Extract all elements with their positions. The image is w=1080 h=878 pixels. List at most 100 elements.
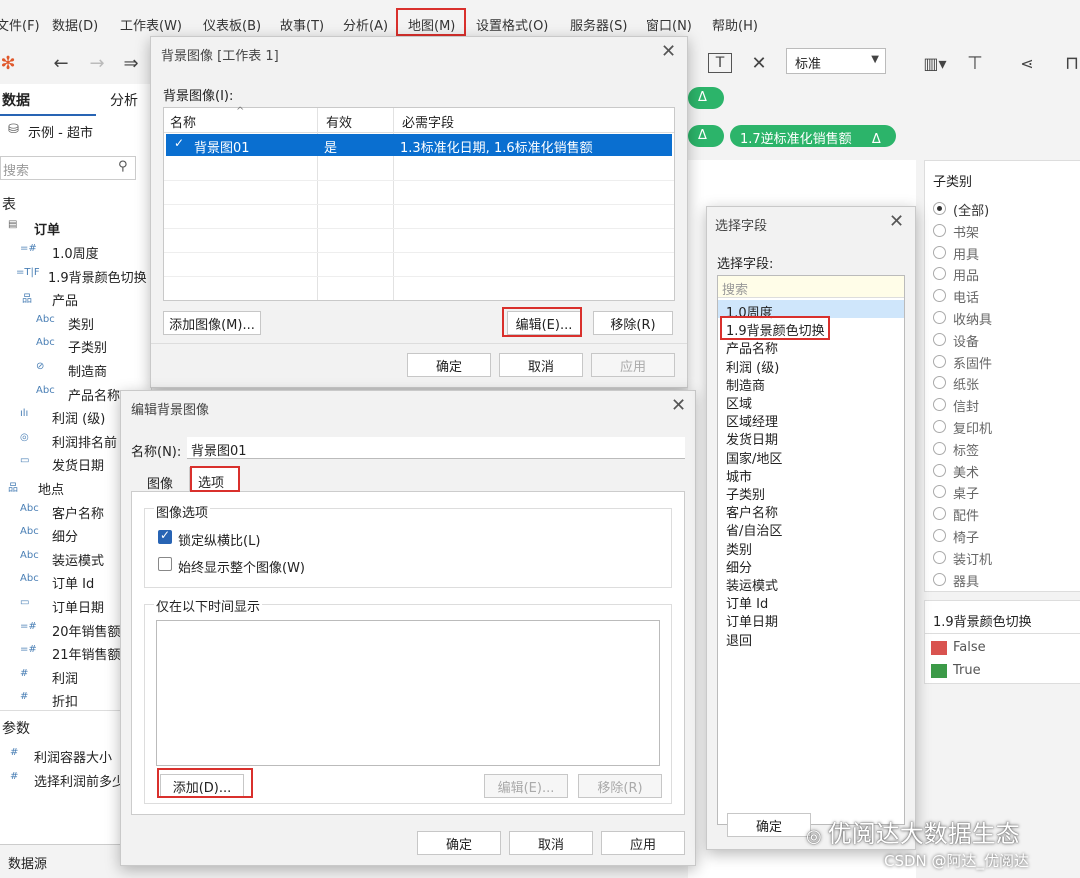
filter-option[interactable]: 配件 <box>925 504 1075 524</box>
ok-button[interactable]: 确定 <box>407 353 491 377</box>
add-condition-button[interactable]: 添加(D)... <box>160 774 244 798</box>
field-option[interactable]: 1.9背景颜色切换 <box>726 320 825 339</box>
menu-map[interactable]: 地图(M) <box>408 15 455 34</box>
radio-button[interactable] <box>933 245 946 259</box>
device-icon[interactable]: ⊓ <box>1060 49 1080 77</box>
filter-option[interactable]: 复印机 <box>925 417 1075 437</box>
filter-option[interactable]: 椅子 <box>925 526 1075 546</box>
field-item[interactable]: ⊘ 制造商 <box>0 358 152 381</box>
field-option[interactable]: 利润 (级) <box>726 357 779 376</box>
radio-button[interactable] <box>933 485 946 499</box>
filter-option[interactable]: 桌子 <box>925 482 1075 502</box>
menu-worksheet[interactable]: 工作表(W) <box>120 15 182 34</box>
filter-option[interactable]: 标签 <box>925 439 1075 459</box>
time-conditions-list[interactable] <box>156 620 660 766</box>
menu-help[interactable]: 帮助(H) <box>712 15 758 34</box>
field-option[interactable]: 订单 Id <box>726 593 768 612</box>
filter-option[interactable]: 纸张 <box>925 373 1075 393</box>
presentation-icon[interactable]: ⊤ <box>962 49 988 77</box>
filter-option[interactable]: 电话 <box>925 286 1075 306</box>
apply-button[interactable]: 应用 <box>591 353 675 377</box>
menu-data[interactable]: 数据(D) <box>52 15 98 34</box>
cancel-button[interactable]: 取消 <box>499 353 583 377</box>
pill-rows-1[interactable]: Δ <box>688 125 724 147</box>
datasource-row[interactable]: ⛁ 示例 - 超市 <box>4 120 152 142</box>
menu-analysis[interactable]: 分析(A) <box>343 15 388 34</box>
field-search-input[interactable]: 搜索 <box>718 276 904 298</box>
close-icon[interactable]: ✕ <box>671 395 686 416</box>
ok-button[interactable]: 确定 <box>727 813 811 837</box>
show-entire-checkbox[interactable] <box>158 557 172 571</box>
tab-analysis[interactable]: 分析 <box>110 90 138 110</box>
tab-image[interactable]: 图像 <box>147 473 173 492</box>
col-header-valid[interactable]: 有效 <box>320 112 352 131</box>
pin-icon[interactable]: ✕ <box>746 49 772 77</box>
radio-button[interactable] <box>933 463 946 477</box>
search-input[interactable]: 搜索 <box>0 156 136 180</box>
field-item[interactable]: Abc 子类别 <box>0 334 152 357</box>
field-option[interactable]: 产品名称 <box>726 338 778 357</box>
filter-option[interactable]: 设备 <box>925 330 1075 350</box>
legend-item[interactable]: False <box>929 639 1079 659</box>
filter-option[interactable]: 信封 <box>925 395 1075 415</box>
radio-button[interactable] <box>933 529 946 542</box>
field-option[interactable]: 细分 <box>726 557 752 576</box>
edit-button[interactable]: 编辑(E)... <box>507 311 581 335</box>
field-option[interactable]: 发货日期 <box>726 429 778 448</box>
radio-button[interactable] <box>933 572 946 586</box>
fit-select[interactable]: 标准 ▼ <box>786 48 886 74</box>
apply-button[interactable]: 应用 <box>601 831 685 855</box>
table-row[interactable]: ▤ 订单 <box>0 216 152 239</box>
menu-story[interactable]: 故事(T) <box>280 15 324 34</box>
col-header-name[interactable]: 名称 <box>164 112 196 131</box>
pill-rows-2[interactable]: 1.7逆标准化销售额 Δ <box>730 125 896 147</box>
back-icon[interactable]: ← <box>48 49 74 77</box>
name-input[interactable]: 背景图01 <box>187 437 685 459</box>
table-row[interactable]: ✓ 背景图01 是 1.3标准化日期, 1.6标准化销售额 <box>166 134 672 156</box>
radio-button[interactable] <box>933 398 946 412</box>
tab-options[interactable]: 选项 <box>189 467 239 492</box>
filter-option[interactable]: 用品 <box>925 264 1075 284</box>
edit-condition-button[interactable]: 编辑(E)... <box>484 774 568 798</box>
remove-condition-button[interactable]: 移除(R) <box>578 774 662 798</box>
legend-item[interactable]: True <box>929 662 1079 682</box>
close-icon[interactable]: ✕ <box>661 41 676 62</box>
search-icon[interactable]: ⚲ <box>118 159 128 174</box>
menu-window[interactable]: 窗口(N) <box>646 15 692 34</box>
radio-button[interactable] <box>933 223 946 237</box>
radio-button[interactable] <box>933 289 946 303</box>
radio-button[interactable] <box>933 202 946 215</box>
filter-option[interactable]: 器具 <box>925 570 1075 590</box>
redo-icon[interactable]: ⇒ <box>118 49 144 77</box>
field-item[interactable]: =T|F 1.9背景颜色切换 <box>0 264 152 287</box>
filter-option[interactable]: 用具 <box>925 243 1075 263</box>
lock-aspect-checkbox[interactable] <box>158 528 172 544</box>
radio-button[interactable] <box>933 441 946 455</box>
menu-server[interactable]: 服务器(S) <box>570 15 627 34</box>
radio-button[interactable] <box>933 311 946 324</box>
menu-format[interactable]: 设置格式(O) <box>476 15 548 34</box>
field-option[interactable]: 国家/地区 <box>726 448 782 467</box>
menu-file[interactable]: 文件(F) <box>0 15 40 34</box>
field-option[interactable]: 子类别 <box>726 484 765 503</box>
filter-option[interactable]: 装订机 <box>925 548 1075 568</box>
radio-button[interactable] <box>933 420 946 433</box>
field-option[interactable]: 退回 <box>726 630 752 649</box>
filter-option[interactable]: (全部) <box>925 199 1075 219</box>
filter-option[interactable]: 书架 <box>925 221 1075 241</box>
field-option[interactable]: 制造商 <box>726 375 765 394</box>
field-item[interactable]: 品 产品 <box>0 287 152 310</box>
radio-button[interactable] <box>933 354 946 368</box>
filter-option[interactable]: 美术 <box>925 461 1075 481</box>
datasource-tab[interactable]: 数据源 <box>8 853 47 872</box>
field-option[interactable]: 1.0周度 <box>726 302 773 321</box>
forward-icon[interactable]: → <box>84 49 110 77</box>
field-option[interactable]: 装运模式 <box>726 575 778 594</box>
menu-dashboard[interactable]: 仪表板(B) <box>203 15 261 34</box>
radio-button[interactable] <box>933 332 946 346</box>
tab-data[interactable]: 数据 <box>2 90 30 110</box>
field-option[interactable]: 区域经理 <box>726 411 778 430</box>
filter-option[interactable]: 收纳具 <box>925 308 1075 328</box>
add-image-button[interactable]: 添加图像(M)... <box>163 311 261 335</box>
close-icon[interactable]: ✕ <box>889 211 904 232</box>
